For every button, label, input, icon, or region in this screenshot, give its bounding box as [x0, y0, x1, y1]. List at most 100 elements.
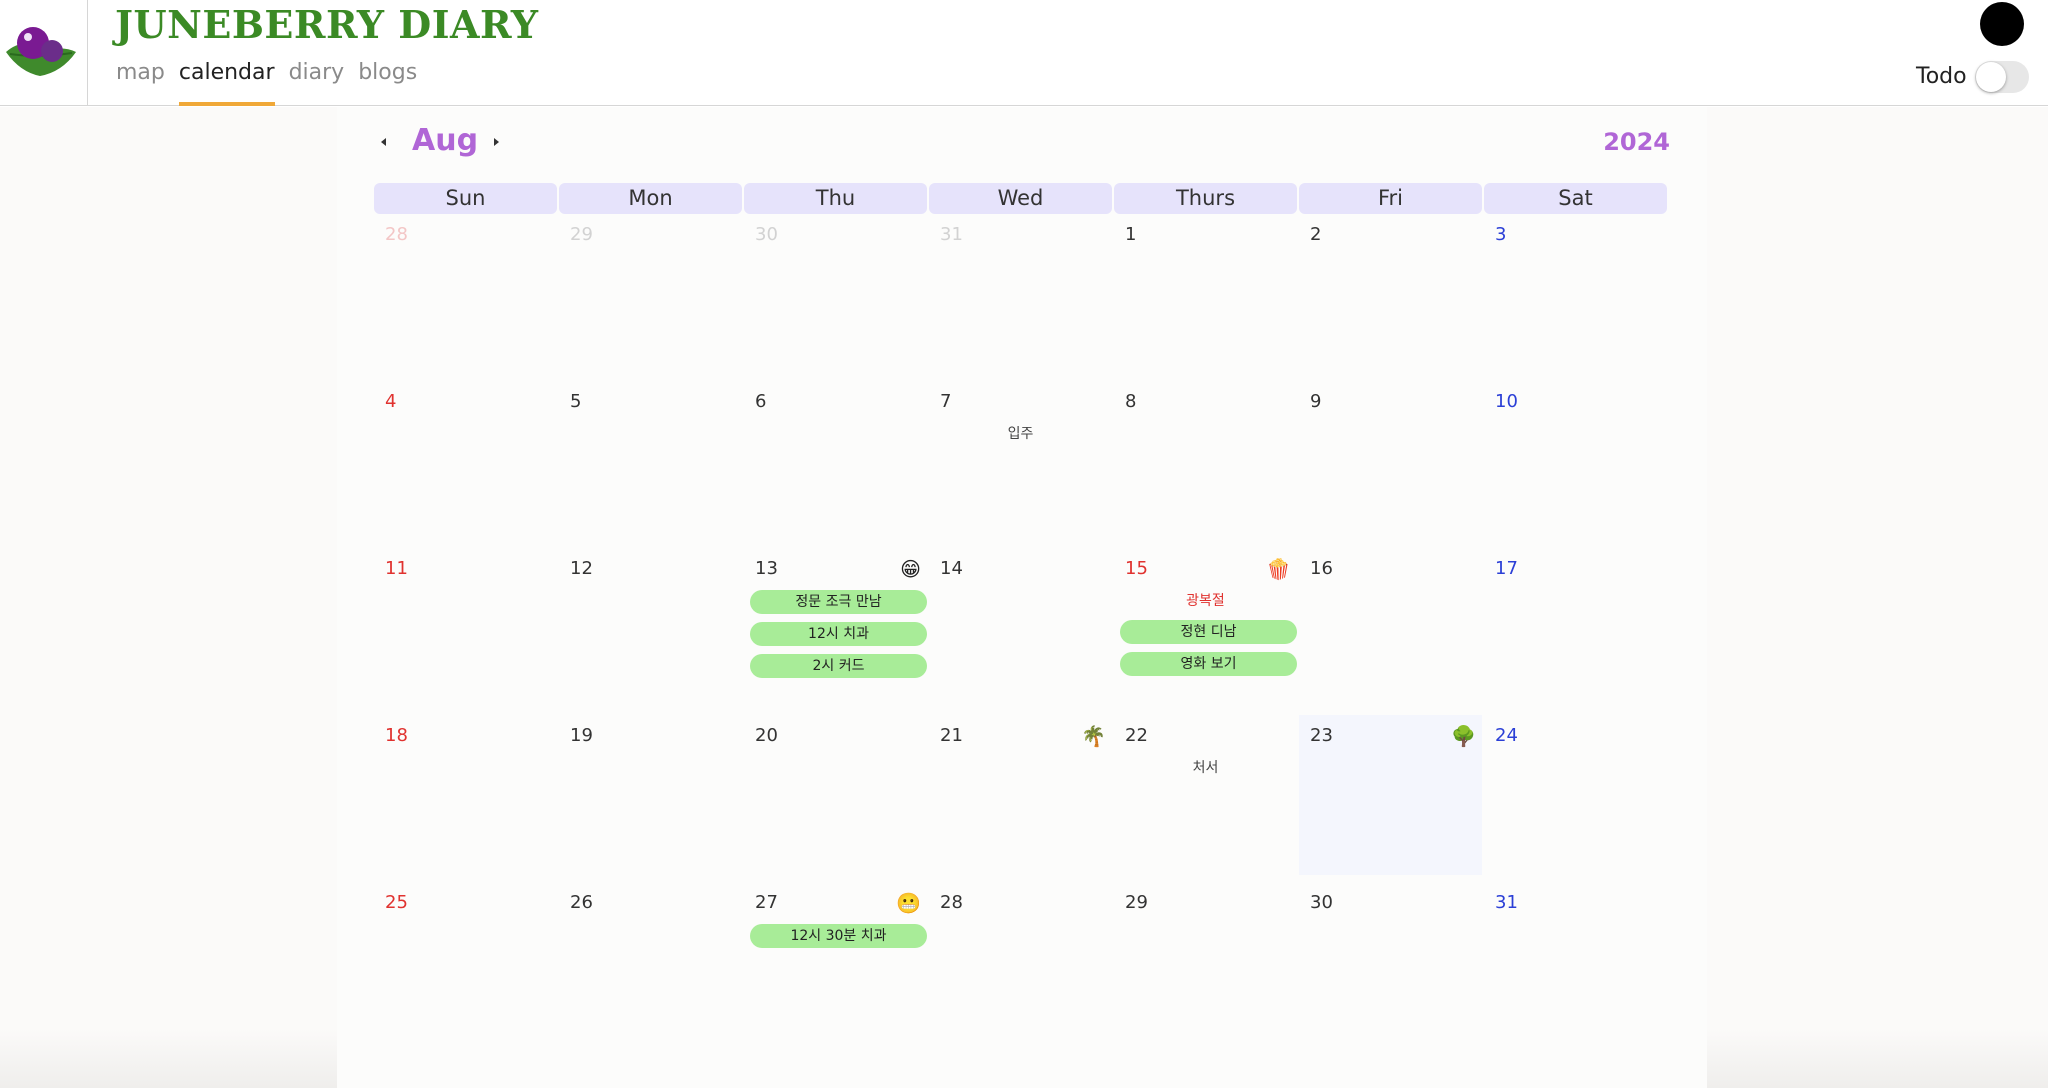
day-cell[interactable]: 1: [1114, 214, 1297, 374]
day-number: 14: [940, 558, 963, 579]
grinning-face-icon: 😁: [900, 557, 921, 581]
day-cell[interactable]: 29: [1114, 882, 1297, 1042]
toggle-knob: [1976, 62, 2006, 92]
palm-tree-icon: 🌴: [1081, 724, 1106, 748]
event-pill[interactable]: 2시 커드: [750, 654, 927, 678]
day-cell[interactable]: 8: [1114, 381, 1297, 541]
day-cell[interactable]: 30: [1299, 882, 1482, 1042]
day-cell[interactable]: 21 🌴: [929, 715, 1112, 875]
prev-month-icon[interactable]: [377, 136, 391, 150]
day-number: 21: [940, 725, 963, 746]
day-cell[interactable]: 3: [1484, 214, 1667, 374]
avatar[interactable]: [1980, 2, 2024, 46]
day-number: 19: [570, 725, 593, 746]
day-number: 17: [1495, 558, 1518, 579]
app-header: JUNEBERRY DIARY map calendar diary blogs…: [0, 0, 2048, 106]
day-cell[interactable]: 28: [929, 882, 1112, 1042]
nav-calendar[interactable]: calendar: [178, 60, 275, 106]
weekday-label: Thurs: [1114, 183, 1297, 214]
month-label: Aug: [412, 123, 479, 158]
day-cell[interactable]: 4: [374, 381, 557, 541]
day-number: 2: [1310, 224, 1322, 245]
day-number: 3: [1495, 224, 1507, 245]
day-cell[interactable]: 31: [929, 214, 1112, 374]
nav-map[interactable]: map: [116, 60, 165, 106]
day-cell[interactable]: 14: [929, 548, 1112, 708]
day-cell[interactable]: 13 😁 정문 조극 만남 12시 치과 2시 커드: [744, 548, 927, 708]
nav-blogs[interactable]: blogs: [358, 60, 417, 106]
day-cell[interactable]: 9: [1299, 381, 1482, 541]
event-pill[interactable]: 영화 보기: [1120, 652, 1297, 676]
next-month-icon[interactable]: [489, 136, 503, 150]
day-cell[interactable]: 30: [744, 214, 927, 374]
day-number: 11: [385, 558, 408, 579]
day-number: 16: [1310, 558, 1333, 579]
day-number: 29: [570, 224, 593, 245]
day-note: 입주: [1007, 426, 1034, 442]
day-number: 26: [570, 892, 593, 913]
juneberry-logo-icon: [6, 27, 76, 76]
day-number: 12: [570, 558, 593, 579]
day-cell[interactable]: 15 🍿 광복절정현 디남영화 보기: [1114, 548, 1297, 708]
day-cell[interactable]: 17: [1484, 548, 1667, 708]
day-number: 18: [385, 725, 408, 746]
day-number: 22: [1125, 725, 1148, 746]
day-number: 7: [940, 391, 952, 412]
day-number: 15: [1125, 558, 1148, 579]
day-cell[interactable]: 16: [1299, 548, 1482, 708]
holiday-label: 광복절: [1186, 593, 1225, 609]
day-cell[interactable]: 22 처서: [1114, 715, 1297, 875]
popcorn-icon: 🍿: [1266, 557, 1291, 581]
day-cell[interactable]: 10: [1484, 381, 1667, 541]
day-number: 5: [570, 391, 582, 412]
day-number: 10: [1495, 391, 1518, 412]
weekday-label: Fri: [1299, 183, 1482, 214]
day-cell[interactable]: 27 😬 12시 30분 치과: [744, 882, 927, 1042]
year-label: 2024: [1603, 128, 1670, 156]
day-number: 28: [940, 892, 963, 913]
day-number: 8: [1125, 391, 1137, 412]
day-cell-today[interactable]: 23 🌳: [1299, 715, 1482, 875]
site-title: JUNEBERRY DIARY: [115, 2, 539, 47]
day-number: 13: [755, 558, 778, 579]
todo-toggle[interactable]: [1975, 61, 2029, 93]
day-cell[interactable]: 31: [1484, 882, 1667, 1042]
day-cell[interactable]: 5: [559, 381, 742, 541]
event-list: 정문 조극 만남 12시 치과 2시 커드: [750, 590, 927, 686]
day-cell[interactable]: 29: [559, 214, 742, 374]
day-cell[interactable]: 20: [744, 715, 927, 875]
day-cell[interactable]: 7 입주: [929, 381, 1112, 541]
event-list: 정현 디남영화 보기: [1120, 620, 1297, 684]
day-cell[interactable]: 26: [559, 882, 742, 1042]
day-cell[interactable]: 18: [374, 715, 557, 875]
day-cell[interactable]: 12: [559, 548, 742, 708]
juneberry-logo[interactable]: [0, 0, 88, 106]
day-note: 처서: [1192, 760, 1219, 776]
day-number: 25: [385, 892, 408, 913]
main-nav: map calendar diary blogs: [116, 60, 417, 106]
day-cell[interactable]: 2: [1299, 214, 1482, 374]
event-pill[interactable]: 12시 30분 치과: [750, 924, 927, 948]
weekday-label: Sun: [374, 183, 557, 214]
day-number: 6: [755, 391, 767, 412]
day-number: 29: [1125, 892, 1148, 913]
day-cell[interactable]: 11: [374, 548, 557, 708]
day-cell[interactable]: 19: [559, 715, 742, 875]
day-cell[interactable]: 25: [374, 882, 557, 1042]
day-cell[interactable]: 24: [1484, 715, 1667, 875]
event-pill[interactable]: 정문 조극 만남: [750, 590, 927, 614]
day-number: 23: [1310, 725, 1333, 746]
nav-diary[interactable]: diary: [289, 60, 345, 106]
event-pill[interactable]: 12시 치과: [750, 622, 927, 646]
weekday-label: Mon: [559, 183, 742, 214]
event-pill[interactable]: 정현 디남: [1120, 620, 1297, 644]
day-number: 4: [385, 391, 397, 412]
day-cell[interactable]: 6: [744, 381, 927, 541]
day-number: 27: [755, 892, 778, 913]
day-number: 31: [940, 224, 963, 245]
weekday-label: Wed: [929, 183, 1112, 214]
day-cell[interactable]: 28: [374, 214, 557, 374]
todo-label: Todo: [1916, 64, 1967, 89]
weekday-label: Thu: [744, 183, 927, 214]
day-number: 9: [1310, 391, 1322, 412]
